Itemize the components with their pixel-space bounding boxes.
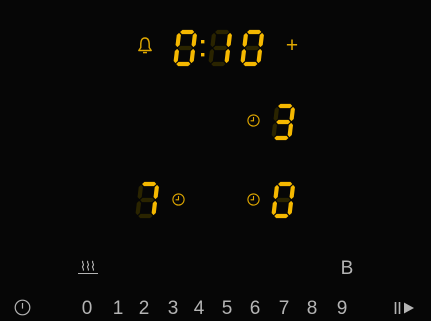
timer-plus-button[interactable]: + — [283, 34, 301, 58]
segment-b — [191, 32, 197, 48]
rear-right-clock-icon[interactable] — [247, 114, 260, 127]
pause-play-icon[interactable] — [392, 300, 418, 316]
segment-c — [151, 200, 158, 216]
segment-a — [278, 181, 293, 187]
timer-separator — [201, 40, 205, 57]
segment-c — [256, 48, 263, 64]
power-level-8[interactable]: 8 — [301, 297, 323, 321]
timer-digit-2 — [208, 29, 232, 67]
rear-right-level-digit[interactable] — [270, 103, 296, 141]
bell-icon[interactable] — [137, 36, 153, 54]
segment-g — [276, 119, 291, 125]
segment-d — [211, 61, 226, 67]
segment-a — [247, 29, 262, 35]
power-icon[interactable] — [14, 299, 31, 316]
segment-f — [273, 106, 279, 122]
segment-a — [180, 29, 195, 35]
segment-b — [153, 184, 159, 200]
segment-d — [274, 213, 289, 219]
front-left-level-digit[interactable] — [134, 181, 160, 219]
segment-c — [287, 200, 294, 216]
segment-g — [178, 45, 193, 51]
front-right-clock-icon[interactable] — [247, 193, 260, 206]
power-level-6[interactable]: 6 — [244, 297, 266, 321]
front-right-level-digit[interactable] — [270, 181, 296, 219]
segment-e — [208, 48, 215, 64]
segment-e — [240, 48, 247, 64]
power-level-0[interactable]: 0 — [76, 297, 98, 321]
segment-e — [271, 200, 278, 216]
front-left-clock-icon[interactable] — [172, 193, 185, 206]
power-level-2[interactable]: 2 — [133, 297, 155, 321]
segment-f — [175, 32, 181, 48]
power-level-1[interactable]: 1 — [107, 297, 129, 321]
segment-d — [176, 61, 191, 67]
segment-b — [289, 106, 295, 122]
segment-a — [142, 181, 157, 187]
power-level-7[interactable]: 7 — [273, 297, 295, 321]
segment-e — [173, 48, 180, 64]
segment-f — [273, 184, 279, 200]
segment-d — [243, 61, 258, 67]
segment-f — [137, 184, 143, 200]
segment-d — [274, 135, 289, 141]
power-level-4[interactable]: 4 — [188, 297, 210, 321]
segment-c — [224, 48, 231, 64]
segment-b — [258, 32, 264, 48]
segment-e — [135, 200, 142, 216]
segment-a — [278, 103, 293, 109]
segment-b — [226, 32, 232, 48]
booster-button[interactable]: B — [337, 257, 357, 281]
cooktop-control-panel: + B 0123456789 — [0, 0, 431, 321]
timer-digit-1 — [173, 29, 197, 67]
segment-a — [215, 29, 230, 35]
segment-f — [242, 32, 248, 48]
segment-e — [271, 122, 278, 138]
segment-d — [138, 213, 153, 219]
segment-c — [287, 122, 294, 138]
power-level-5[interactable]: 5 — [216, 297, 238, 321]
segment-c — [189, 48, 196, 64]
segment-g — [140, 197, 155, 203]
segment-g — [245, 45, 260, 51]
power-level-3[interactable]: 3 — [162, 297, 184, 321]
segment-f — [210, 32, 216, 48]
power-level-9[interactable]: 9 — [331, 297, 353, 321]
segment-g — [213, 45, 228, 51]
segment-b — [289, 184, 295, 200]
timer-digit-3 — [240, 29, 264, 67]
keep-warm-icon[interactable] — [76, 259, 100, 275]
segment-g — [276, 197, 291, 203]
